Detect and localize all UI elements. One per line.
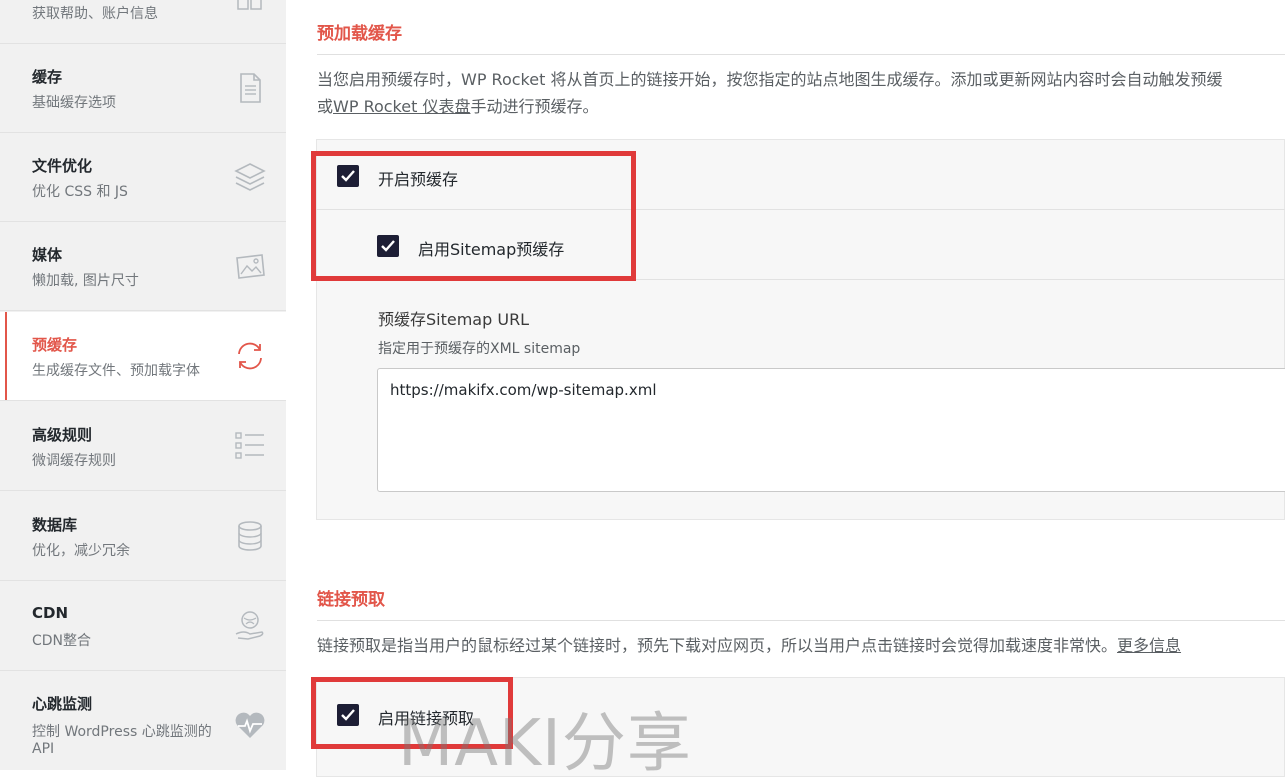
sitemap-url-textarea[interactable]: https://makifx.com/wp-sitemap.xml: [377, 368, 1285, 492]
prefetch-description-text: 链接预取是指当用户的鼠标经过某个链接时，预先下载对应网页，所以当用户点击链接时会…: [317, 636, 1118, 655]
sidebar-item-sub: 懒加载, 图片尺寸: [32, 273, 139, 289]
sidebar-item-cdn[interactable]: CDN CDN整合: [0, 582, 286, 671]
sidebar-item-title: 数据库: [32, 516, 78, 534]
sidebar-item-title: 媒体: [32, 246, 63, 264]
sidebar-item-sub: CDN整合: [32, 633, 92, 649]
annotation-highlight-box: [311, 151, 636, 281]
sidebar-item-cache[interactable]: 缓存 基础缓存选项: [0, 44, 286, 133]
preload-description-line2: 或WP Rocket 仪表盘手动进行预缓存。: [317, 93, 1285, 120]
sidebar-item-preload[interactable]: 预缓存 生成缓存文件、预加载字体: [0, 312, 286, 401]
sidebar-item-title: CDN: [32, 604, 69, 622]
more-info-link[interactable]: 更多信息: [1117, 636, 1181, 655]
preload-description-line1: 当您启用预缓存时，WP Rocket 将从首页上的链接开始，按您指定的站点地图生…: [317, 70, 1223, 89]
sidebar-item-sub: 获取帮助、账户信息: [32, 6, 158, 22]
sidebar-item-sub-line2: API: [32, 741, 55, 757]
sidebar-item-sub: 基础缓存选项: [32, 95, 116, 111]
section-divider: [317, 620, 1285, 621]
file-icon: [232, 70, 268, 106]
preload-section-title: 预加载缓存: [317, 24, 402, 44]
sitemap-url-value: https://makifx.com/wp-sitemap.xml: [390, 381, 657, 399]
sitemap-url-hint: 指定用于预缓存的XML sitemap: [378, 341, 581, 357]
heartbeat-icon: [232, 707, 268, 743]
sidebar-item-heartbeat[interactable]: 心跳监测 控制 WordPress 心跳监测的 API: [0, 671, 286, 770]
watermark: MAKI分享: [398, 707, 692, 781]
checklist-icon: [232, 428, 268, 464]
sidebar-item-dashboard[interactable]: 获取帮助、账户信息: [0, 0, 286, 44]
sidebar-item-sub: 生成缓存文件、预加载字体: [32, 363, 200, 379]
sidebar-item-title: 高级规则: [32, 426, 93, 444]
sidebar-item-title: 预缓存: [32, 336, 78, 354]
image-icon: [232, 248, 268, 284]
layers-icon: [232, 159, 268, 195]
sitemap-url-title: 预缓存Sitemap URL: [378, 310, 530, 329]
sidebar-item-database[interactable]: 数据库 优化，减少冗余: [0, 492, 286, 581]
cdn-hand-icon: [232, 608, 268, 644]
sidebar-item-sub: 优化 CSS 和 JS: [32, 184, 128, 200]
sidebar-item-media[interactable]: 媒体 懒加载, 图片尺寸: [0, 222, 286, 311]
settings-sidebar: 获取帮助、账户信息 缓存 基础缓存选项 文件优化 优化 CSS 和 JS 媒体 …: [0, 0, 286, 770]
database-icon: [232, 518, 268, 554]
sidebar-item-sub: 优化，减少冗余: [32, 543, 130, 559]
prefetch-description: 链接预取是指当用户的鼠标经过某个链接时，预先下载对应网页，所以当用户点击链接时会…: [317, 632, 1285, 659]
section-divider: [317, 54, 1285, 55]
help-book-icon: [232, 0, 268, 31]
refresh-icon: [232, 338, 268, 374]
sidebar-item-advanced-rules[interactable]: 高级规则 微调缓存规则: [0, 402, 286, 491]
sidebar-item-title: 心跳监测: [32, 695, 93, 713]
sidebar-item-title: 文件优化: [32, 157, 93, 175]
sidebar-item-file-optimization[interactable]: 文件优化 优化 CSS 和 JS: [0, 133, 286, 222]
wp-rocket-dashboard-link[interactable]: WP Rocket 仪表盘: [333, 97, 470, 116]
sidebar-item-title: 缓存: [32, 68, 63, 86]
active-indicator: [5, 312, 7, 400]
desc-suffix: 手动进行预缓存。: [470, 97, 599, 116]
sidebar-item-sub: 微调缓存规则: [32, 453, 116, 469]
preload-description: 当您启用预缓存时，WP Rocket 将从首页上的链接开始，按您指定的站点地图生…: [317, 66, 1285, 120]
prefetch-section-title: 链接预取: [317, 590, 385, 610]
desc-prefix: 或: [317, 97, 334, 116]
sidebar-item-sub: 控制 WordPress 心跳监测的: [32, 724, 212, 740]
